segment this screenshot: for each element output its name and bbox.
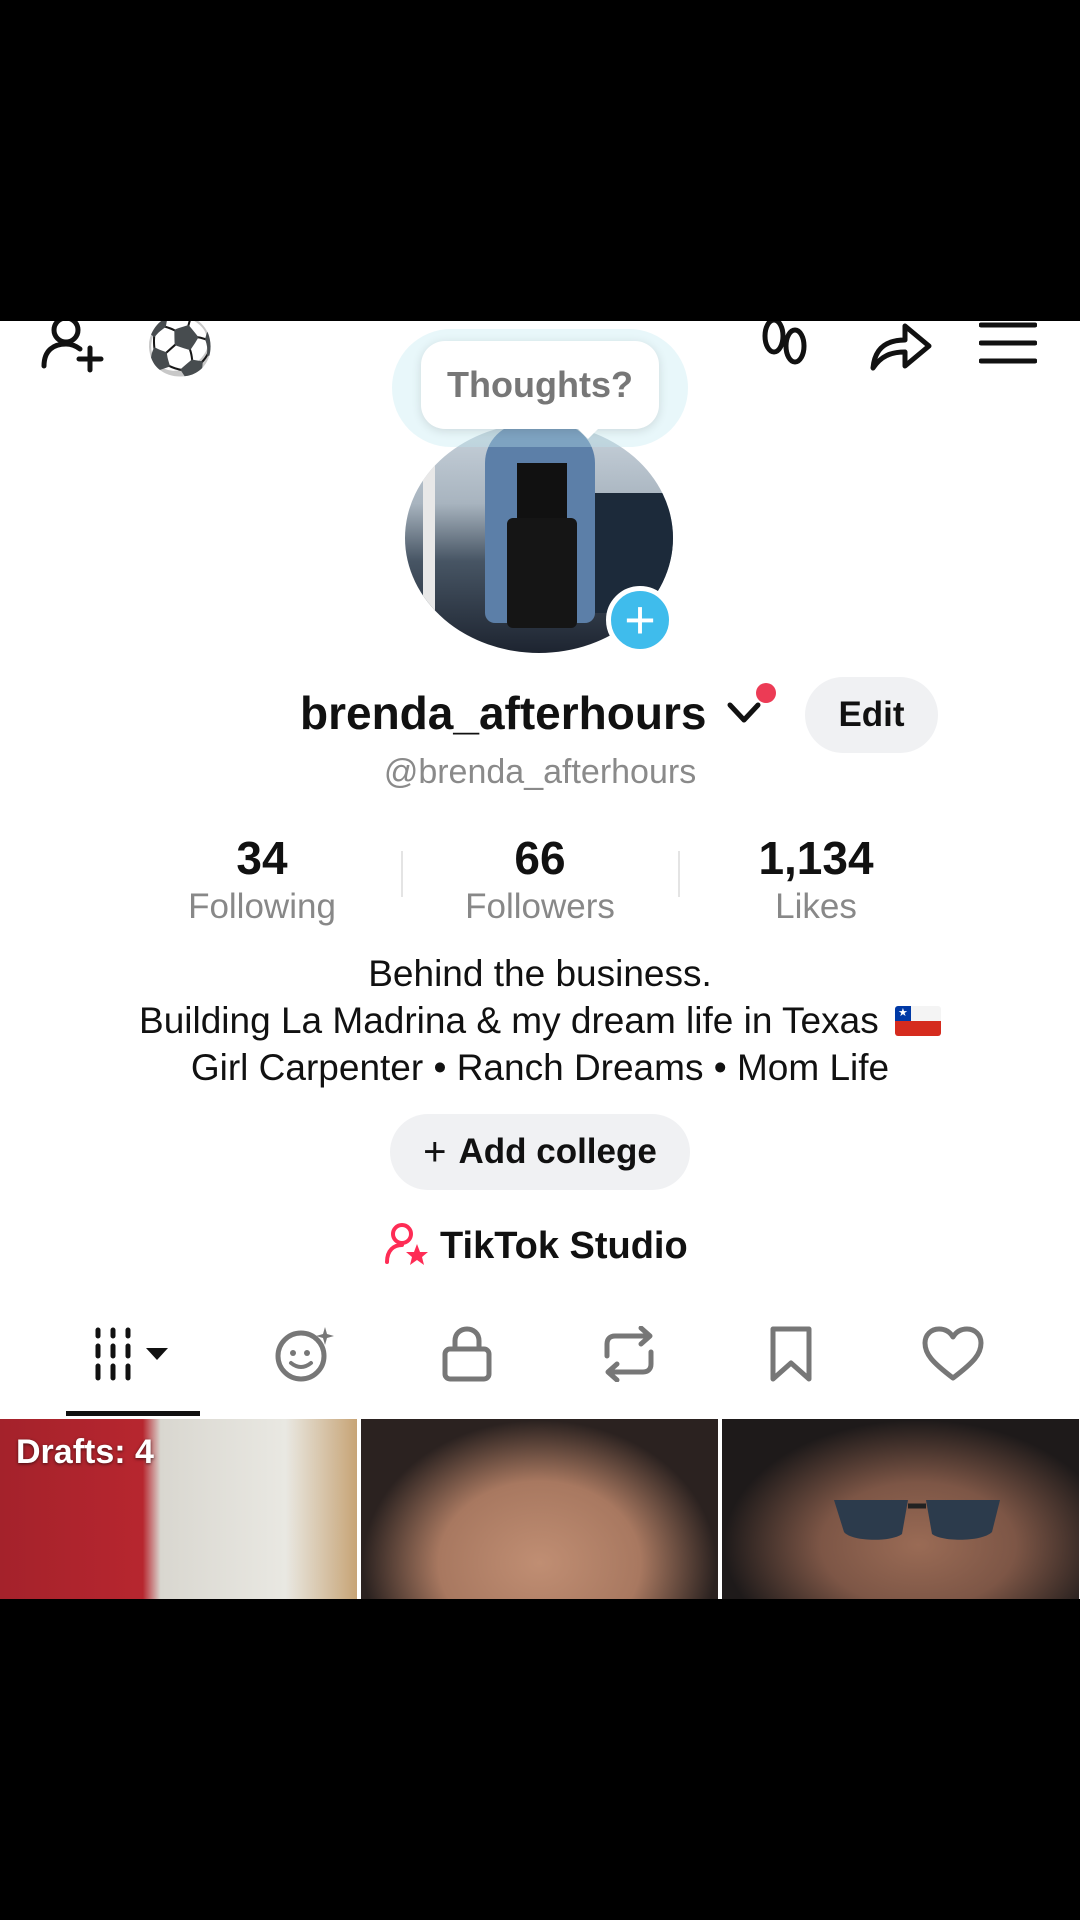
thoughts-bubble-tail — [576, 427, 600, 439]
bio-line: Behind the business. — [368, 953, 712, 994]
stat-divider — [401, 851, 403, 897]
profile-screen: ⚽ + Thoughts? brenda_afterhours Edit @br… — [0, 321, 1080, 1599]
ai-self-icon — [273, 1325, 337, 1388]
tiktok-studio-label: TikTok Studio — [440, 1224, 688, 1267]
video-thumbnail[interactable] — [722, 1419, 1079, 1599]
tab-private[interactable] — [392, 1321, 542, 1391]
heart-icon — [922, 1326, 984, 1387]
add-friend-icon[interactable] — [28, 321, 118, 381]
stat-value: 34 — [236, 832, 288, 884]
stat-value: 66 — [514, 832, 566, 884]
stat-value: 1,134 — [758, 832, 874, 884]
add-college-label: Add college — [458, 1132, 657, 1171]
share-icon[interactable] — [855, 321, 945, 381]
tiktok-studio-link[interactable]: TikTok Studio — [384, 1216, 688, 1276]
sunglasses-detail — [834, 1500, 1000, 1540]
tab-favorites[interactable] — [716, 1321, 866, 1391]
stat-label: Likes — [775, 887, 857, 926]
menu-icon[interactable] — [968, 321, 1048, 373]
notification-dot — [756, 683, 776, 703]
videos-grid-icon — [88, 1326, 178, 1387]
tab-reposts[interactable] — [554, 1321, 704, 1391]
chile-flag-icon: ★ — [894, 1006, 941, 1036]
bio-line: Girl Carpenter • Ranch Dreams • Mom Life — [190, 1047, 890, 1088]
avatar-photo-detail — [507, 518, 577, 628]
stat-followers[interactable]: 66 Followers — [420, 831, 660, 927]
drafts-label: Drafts: 4 — [16, 1433, 154, 1471]
add-college-button[interactable]: + Add college — [390, 1114, 690, 1190]
edit-profile-button[interactable]: Edit — [805, 677, 938, 753]
bookmark-icon — [768, 1325, 814, 1388]
creator-star-icon — [384, 1222, 430, 1271]
lock-icon — [441, 1325, 493, 1388]
stat-following[interactable]: 34 Following — [142, 831, 382, 927]
add-story-plus-icon[interactable]: + — [606, 586, 674, 654]
tab-videos[interactable] — [58, 1321, 208, 1391]
plus-icon: + — [423, 1129, 447, 1174]
tab-liked[interactable] — [878, 1321, 1028, 1391]
stat-label: Following — [188, 887, 336, 926]
avatar-photo-detail — [423, 423, 435, 623]
stat-divider — [678, 851, 680, 897]
video-thumbnail[interactable] — [361, 1419, 718, 1599]
bio-line-text: Building La Madrina & my dream life in T… — [139, 1000, 879, 1041]
username: @brenda_afterhours — [383, 753, 697, 791]
stat-likes[interactable]: 1,134 Likes — [696, 831, 936, 927]
soccer-ball-icon[interactable]: ⚽ — [140, 321, 220, 381]
active-tab-indicator — [66, 1411, 200, 1416]
repost-icon — [597, 1325, 661, 1387]
display-name[interactable]: brenda_afterhours — [300, 686, 706, 740]
stat-label: Followers — [465, 887, 615, 926]
thoughts-bubble[interactable]: Thoughts? — [421, 341, 659, 429]
avatar-photo-detail — [517, 463, 567, 523]
footprints-icon[interactable] — [745, 321, 825, 381]
bio-line: Building La Madrina & my dream life in T… — [0, 1000, 1080, 1042]
tab-ai-self[interactable] — [230, 1321, 380, 1391]
